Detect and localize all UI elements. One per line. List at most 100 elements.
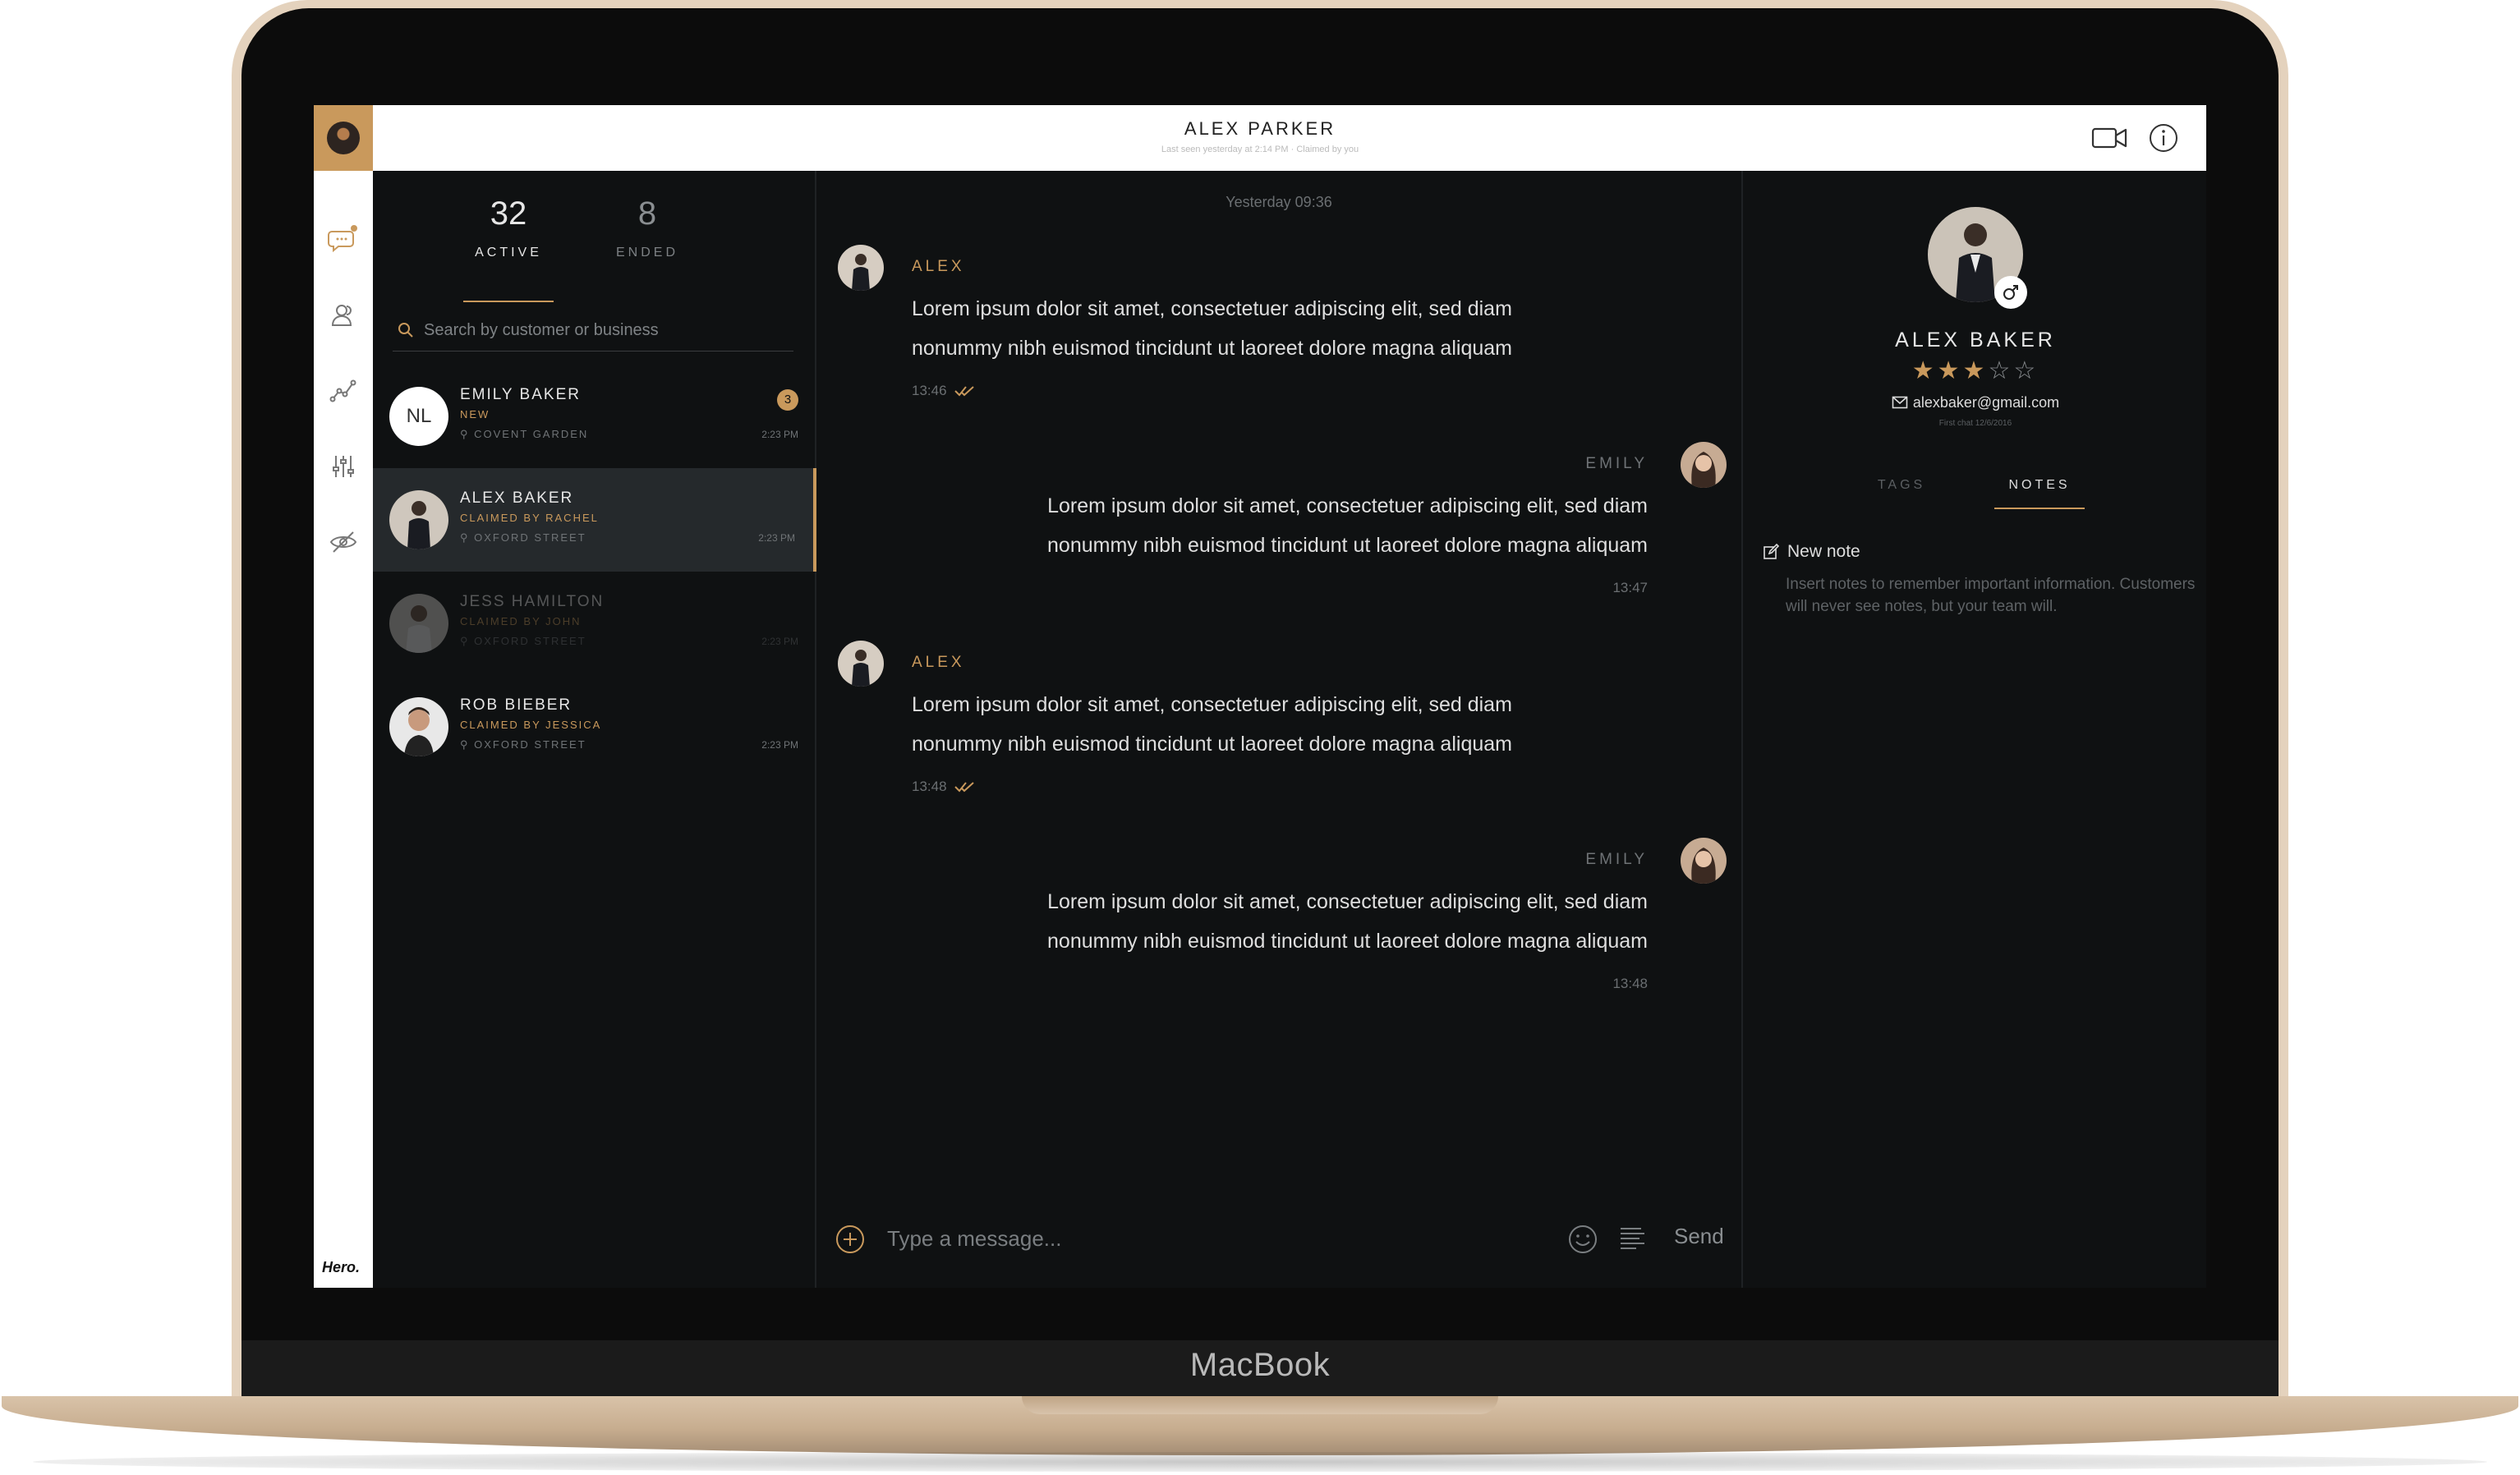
info-icon[interactable] [2144, 118, 2183, 158]
read-receipt-icon [954, 782, 974, 793]
chat-location-text: OXFORD STREET [474, 738, 586, 751]
conversation-panel: Yesterday 09:36 ALEX Lorem ipsum dolor s… [816, 171, 1741, 1288]
message-text: Lorem ipsum dolor sit amet, consectetuer… [1047, 494, 1648, 557]
chat-list-item[interactable]: ROB BIEBER CLAIMED BY JESSICA ⚲ OXFORD S… [373, 675, 816, 779]
settings-sliders-icon[interactable] [327, 450, 360, 483]
ended-label: ENDED [615, 246, 678, 260]
chat-status: CLAIMED BY RACHEL [460, 512, 599, 524]
customers-icon[interactable] [327, 299, 360, 332]
video-camera-icon[interactable] [2090, 118, 2129, 158]
location-pin-icon: ⚲ [460, 635, 475, 647]
device-brand-label: MacBook [1189, 1347, 1331, 1383]
search-box [393, 309, 793, 352]
chat-location: ⚲ OXFORD STREET [460, 738, 586, 751]
message-time: 13:47 [1612, 580, 1648, 595]
agent-avatar [1681, 442, 1727, 488]
chat-location: ⚲ COVENT GARDEN [460, 428, 588, 441]
top-bar: ALEX PARKER Last seen yesterday at 2:14 … [314, 105, 2206, 171]
avatar [389, 697, 448, 756]
customer-email: alexbaker@gmail.com [1912, 394, 2060, 411]
message-text: Lorem ipsum dolor sit amet, consectetuer… [912, 693, 1512, 756]
laptop-hinge-notch [1022, 1396, 1498, 1414]
active-count: 32 [490, 195, 527, 232]
location-pin-icon: ⚲ [460, 738, 475, 751]
customer-name: ALEX BAKER [1895, 329, 2056, 352]
message-time: 13:48 [912, 779, 947, 794]
new-note-label: New note [1787, 542, 1860, 561]
tab-ended[interactable]: 8 ENDED [598, 195, 697, 260]
chat-time: 2:23 PM [758, 532, 795, 544]
avatar [389, 594, 448, 653]
date-separator: Yesterday 09:36 [1226, 194, 1332, 210]
rating-stars: ★★★☆☆ [1743, 356, 2206, 385]
read-receipt-icon [954, 386, 974, 397]
customer-avatar [838, 641, 884, 687]
message-author: ALEX [912, 258, 965, 275]
unread-badge: 3 [777, 389, 798, 411]
nav-rail: Hero. [314, 171, 373, 1288]
chat-time: 2:23 PM [761, 636, 798, 647]
chat-location-text: OXFORD STREET [474, 635, 586, 647]
message-time: 13:46 [912, 383, 947, 398]
chat-status: CLAIMED BY JOHN [460, 615, 582, 627]
chat-time: 2:23 PM [761, 429, 798, 440]
message-author: ALEX [912, 654, 965, 671]
conversation-title: ALEX PARKER [1184, 118, 1336, 139]
chat-customer-name: ALEX BAKER [460, 489, 574, 507]
filled-stars: ★★★ [1911, 357, 1989, 384]
add-attachment-icon[interactable] [835, 1224, 866, 1255]
chat-customer-name: JESS HAMILTON [460, 593, 605, 610]
active-label: ACTIVE [475, 246, 542, 260]
chat-list-panel: 32 ACTIVE 8 ENDED NL EMILY BAKER NEW ⚲ C… [373, 171, 816, 1288]
analytics-icon[interactable] [327, 374, 360, 407]
first-chat-date: First chat 12/6/2016 [1938, 419, 2012, 428]
new-note-button[interactable]: New note [1763, 542, 1860, 562]
chat-status: NEW [460, 408, 490, 420]
message-input[interactable] [885, 1222, 1510, 1255]
chat-list-item-selected[interactable]: ALEX BAKER CLAIMED BY RACHEL ⚲ OXFORD ST… [373, 468, 816, 572]
chat-customer-name: EMILY BAKER [460, 386, 581, 403]
hidden-eye-icon[interactable] [327, 526, 360, 558]
location-pin-icon: ⚲ [460, 428, 475, 440]
app-screen: ALEX PARKER Last seen yesterday at 2:14 … [314, 105, 2206, 1288]
chat-status: CLAIMED BY JESSICA [460, 719, 602, 731]
chat-bubble-icon[interactable] [327, 223, 360, 256]
message-author: EMILY [1585, 455, 1648, 472]
chat-location: ⚲ OXFORD STREET [460, 531, 586, 545]
text-format-icon[interactable] [1616, 1224, 1648, 1255]
conversation-subtitle: Last seen yesterday at 2:14 PM · Claimed… [1161, 145, 1359, 154]
message-composer: Send [816, 1189, 1741, 1288]
chat-customer-name: ROB BIEBER [460, 696, 573, 714]
chat-location-text: COVENT GARDEN [474, 428, 589, 440]
laptop-shadow [33, 1452, 2487, 1472]
avatar-initials: NL [389, 387, 448, 446]
message-meta: 13:47 [1566, 580, 1648, 596]
customer-avatar [838, 245, 884, 291]
message-meta: 13:48 [912, 779, 977, 795]
active-tab-underline [463, 301, 554, 302]
message-time: 13:48 [1612, 976, 1648, 991]
emoji-icon[interactable] [1567, 1224, 1598, 1255]
notes-tab-underline [1994, 508, 2085, 509]
search-input[interactable] [422, 317, 784, 343]
message-text: Lorem ipsum dolor sit amet, consectetuer… [1047, 890, 1648, 953]
message-author: EMILY [1585, 851, 1648, 868]
send-button[interactable]: Send [1674, 1224, 1724, 1249]
brand-logo: Hero. [322, 1259, 361, 1275]
customer-details-panel: ALEX BAKER ★★★☆☆ alexbaker@gmail.com Fir… [1741, 171, 2206, 1288]
email-icon [1892, 396, 1908, 409]
tab-active[interactable]: 32 ACTIVE [459, 195, 558, 260]
empty-stars: ☆☆ [1988, 357, 2039, 384]
tab-notes[interactable]: NOTES [1994, 478, 2085, 493]
edit-note-icon [1764, 544, 1779, 559]
location-pin-icon: ⚲ [460, 531, 475, 544]
male-gender-icon [1994, 276, 2027, 309]
ended-count: 8 [637, 195, 657, 232]
chat-list-item[interactable]: JESS HAMILTON CLAIMED BY JOHN ⚲ OXFORD S… [373, 572, 816, 675]
chat-list-item[interactable]: NL EMILY BAKER NEW ⚲ COVENT GARDEN 3 2:2… [373, 365, 816, 468]
customer-email-row[interactable]: alexbaker@gmail.com [1743, 394, 2206, 411]
message-meta: 13:48 [1566, 976, 1648, 992]
search-icon [398, 323, 413, 338]
tab-tags[interactable]: TAGS [1856, 478, 1947, 493]
chat-time: 2:23 PM [761, 739, 798, 751]
